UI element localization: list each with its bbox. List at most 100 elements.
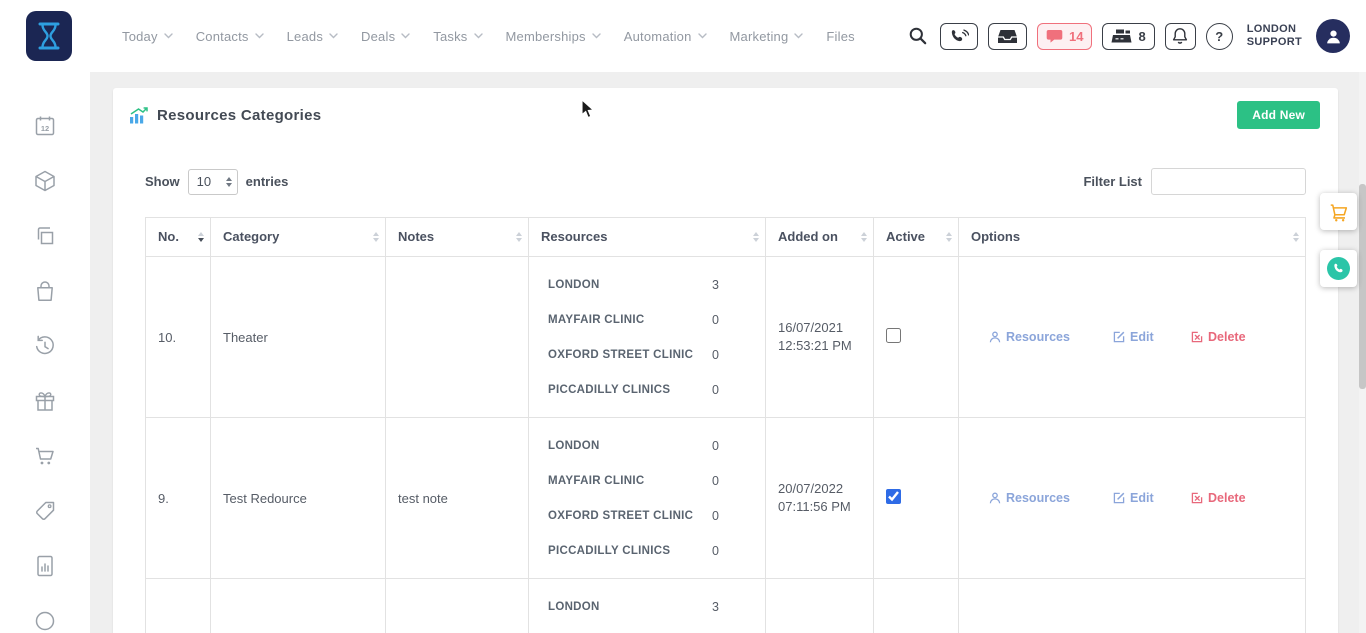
chat-button[interactable]: 14 [1037, 23, 1092, 50]
pos-button[interactable]: 8 [1102, 23, 1154, 50]
notifications-button[interactable] [1165, 23, 1196, 50]
edit-icon [1113, 492, 1125, 504]
column-header[interactable]: No. [146, 218, 211, 257]
delete-link[interactable]: Delete [1191, 330, 1246, 344]
edit-link[interactable]: Edit [1113, 330, 1191, 344]
sidebar: 12 [0, 72, 90, 633]
delete-link-label: Delete [1208, 330, 1246, 344]
history-icon[interactable] [33, 334, 57, 358]
cart-icon[interactable] [33, 444, 57, 468]
resource-line: MAYFAIR CLINIC [548, 624, 765, 633]
added-on-cell: 20/07/2022 07:11:56 PM [778, 480, 865, 516]
floating-cart-button[interactable] [1320, 193, 1357, 230]
card-header: Resources Categories Add New [113, 88, 1338, 142]
inbox-icon [997, 29, 1018, 44]
delete-icon [1191, 331, 1203, 343]
column-header-label: Added on [778, 229, 838, 244]
row-number: 9. [158, 491, 169, 506]
bag-icon[interactable] [33, 279, 57, 303]
account-name-line2: SUPPORT [1247, 36, 1302, 49]
sort-icon [198, 232, 204, 242]
inbox-button[interactable] [988, 23, 1027, 50]
chevron-down-icon [794, 33, 803, 39]
nav-item[interactable]: Automation [624, 29, 707, 44]
discount-tag-icon[interactable] [33, 499, 57, 523]
resource-line: MAYFAIR CLINIC 0 [548, 463, 765, 498]
column-header[interactable]: Options [959, 218, 1306, 257]
delete-link-label: Delete [1208, 491, 1246, 505]
resource-name: OXFORD STREET CLINIC [548, 349, 712, 361]
nav-item[interactable]: Leads [287, 29, 338, 44]
clock-icon[interactable] [33, 609, 57, 633]
chat-count-badge: 14 [1069, 29, 1083, 44]
gift-icon[interactable] [33, 389, 57, 413]
sort-icon [861, 232, 867, 242]
phone-calls-button[interactable] [940, 23, 978, 50]
column-header[interactable]: Added on [766, 218, 874, 257]
nav-item[interactable]: Contacts [196, 29, 264, 44]
phone-icon [1333, 263, 1345, 275]
page-size-select[interactable]: 10 [188, 169, 238, 195]
person-icon [989, 492, 1001, 504]
column-header-label: Active [886, 229, 925, 244]
edit-link[interactable]: Edit [1113, 491, 1191, 505]
column-header[interactable]: Notes [386, 218, 529, 257]
resource-line: MAYFAIR CLINIC 0 [548, 302, 765, 337]
nav-item[interactable]: Tasks [433, 29, 482, 44]
resource-count: 0 [712, 544, 719, 558]
category-cell: Test Redource [223, 491, 307, 506]
calendar-icon[interactable]: 12 [33, 114, 57, 138]
sort-icon [1293, 232, 1299, 242]
nav-item[interactable]: Today [122, 29, 173, 44]
help-button[interactable]: ? [1206, 23, 1233, 50]
sort-icon [373, 232, 379, 242]
resource-count: 3 [712, 278, 719, 292]
edit-icon [1113, 331, 1125, 343]
account-name: LONDON SUPPORT [1247, 23, 1302, 49]
resource-line: PICCADILLY CLINICS 0 [548, 533, 765, 568]
report-icon[interactable] [33, 554, 57, 578]
app-logo[interactable] [26, 11, 72, 61]
add-new-button[interactable]: Add New [1237, 101, 1320, 129]
filter-input[interactable] [1151, 168, 1306, 195]
resource-line: OXFORD STREET CLINIC 0 [548, 337, 765, 372]
table-row: 10. Theater LONDON 3 MAYFAIR CLINIC 0 OX… [146, 257, 1306, 418]
resource-count: 3 [712, 600, 719, 614]
table-row: 9. Test Redource test note LONDON 0 MAYF… [146, 418, 1306, 579]
delete-link[interactable]: Delete [1191, 491, 1246, 505]
resources-link[interactable]: Resources [989, 330, 1113, 344]
column-header[interactable]: Active [874, 218, 959, 257]
floating-phone-button[interactable] [1320, 250, 1357, 287]
nav-item[interactable]: Memberships [506, 29, 601, 44]
notes-cell: test note [398, 491, 448, 506]
resource-line: PICCADILLY CLINICS 0 [548, 372, 765, 407]
active-checkbox[interactable] [886, 489, 901, 504]
scrollbar-thumb[interactable] [1359, 184, 1366, 389]
nav-item[interactable]: Marketing [730, 29, 804, 44]
search-icon[interactable] [908, 26, 928, 46]
column-header[interactable]: Category [211, 218, 386, 257]
entries-label: entries [246, 174, 289, 189]
copy-icon[interactable] [33, 224, 57, 248]
sort-icon [753, 232, 759, 242]
chevron-down-icon [164, 33, 173, 39]
active-checkbox[interactable] [886, 328, 901, 343]
table-row: LONDON 3 MAYFAIR CLINIC [146, 579, 1306, 633]
category-cell: Theater [223, 330, 268, 345]
vertical-scrollbar[interactable] [1359, 72, 1366, 633]
nav-item[interactable]: Files [826, 29, 854, 44]
resources-categories-card: Resources Categories Add New Show 10 ent… [113, 88, 1338, 633]
column-header[interactable]: Resources [529, 218, 766, 257]
main-content: Resources Categories Add New Show 10 ent… [90, 72, 1366, 633]
resource-name: MAYFAIR CLINIC [548, 314, 712, 326]
sort-icon [946, 232, 952, 242]
resource-count: 0 [712, 474, 719, 488]
package-icon[interactable] [33, 169, 57, 193]
avatar[interactable] [1316, 19, 1350, 53]
resources-list: LONDON 0 MAYFAIR CLINIC 0 OXFORD STREET … [548, 428, 765, 568]
pos-icon [1111, 28, 1132, 44]
nav-item[interactable]: Deals [361, 29, 410, 44]
resources-categories-table: No. Category Notes Resources Added on Ac… [145, 217, 1306, 633]
resource-count: 0 [712, 348, 719, 362]
resources-link[interactable]: Resources [989, 491, 1113, 505]
